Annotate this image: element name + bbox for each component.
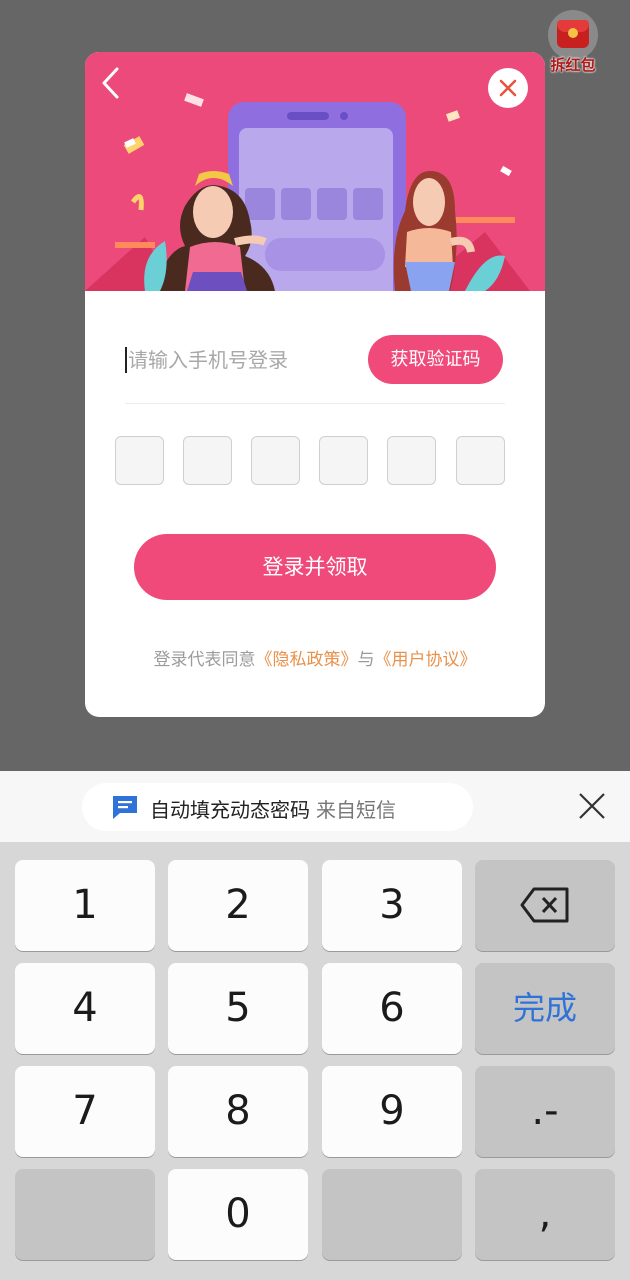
key-5[interactable]: 5 xyxy=(168,963,308,1054)
key-0[interactable]: 0 xyxy=(168,1169,308,1260)
key-1[interactable]: 1 xyxy=(15,860,155,951)
agreement-joiner: 与 xyxy=(357,650,375,670)
blank-key-left xyxy=(15,1169,155,1260)
privacy-policy-link[interactable]: 《隐私政策》 xyxy=(256,650,358,670)
user-agreement-link[interactable]: 《用户协议》 xyxy=(375,650,477,670)
key-9[interactable]: 9 xyxy=(322,1066,462,1157)
autofill-otp-chip[interactable]: 自动填充动态密码 来自短信 xyxy=(82,783,473,831)
chevron-left-icon xyxy=(102,67,119,99)
key-8[interactable]: 8 xyxy=(168,1066,308,1157)
code-box-2[interactable] xyxy=(183,436,232,485)
red-envelope-badge[interactable]: 拆红包 xyxy=(545,8,601,78)
key-6[interactable]: 6 xyxy=(322,963,462,1054)
login-and-claim-button[interactable]: 登录并领取 xyxy=(134,534,496,600)
done-key[interactable]: 完成 xyxy=(475,963,615,1054)
verification-code-boxes xyxy=(115,436,505,486)
key-3[interactable]: 3 xyxy=(322,860,462,951)
blank-key-right xyxy=(322,1169,462,1260)
login-modal: 获取验证码 登录并领取 登录代表同意《隐私政策》与《用户协议》 xyxy=(85,52,545,717)
key-4[interactable]: 4 xyxy=(15,963,155,1054)
agreement-prefix: 登录代表同意 xyxy=(153,650,256,670)
backspace-icon xyxy=(520,887,569,923)
modal-close-button[interactable] xyxy=(488,68,528,108)
get-code-button[interactable]: 获取验证码 xyxy=(368,335,503,384)
key-7[interactable]: 7 xyxy=(15,1066,155,1157)
keyboard-suggestion-bar: 自动填充动态密码 来自短信 xyxy=(0,771,630,842)
keyboard-close-button[interactable] xyxy=(575,789,609,823)
back-button[interactable] xyxy=(97,66,127,100)
code-box-5[interactable] xyxy=(387,436,436,485)
agreement-text: 登录代表同意《隐私政策》与《用户协议》 xyxy=(85,645,545,670)
text-caret xyxy=(125,347,127,373)
dot-minus-key[interactable]: .- xyxy=(475,1066,615,1157)
key-2[interactable]: 2 xyxy=(168,860,308,951)
comma-key[interactable]: , xyxy=(475,1169,615,1260)
message-icon xyxy=(113,796,137,819)
code-box-1[interactable] xyxy=(115,436,164,485)
autofill-source: 来自短信 xyxy=(316,798,396,822)
badge-label: 拆红包 xyxy=(550,56,596,74)
banner-illustration xyxy=(85,93,530,291)
autofill-label: 自动填充动态密码 来自短信 xyxy=(150,794,396,823)
code-box-3[interactable] xyxy=(251,436,300,485)
phone-input[interactable] xyxy=(128,342,358,378)
code-box-6[interactable] xyxy=(456,436,505,485)
close-icon xyxy=(499,79,517,97)
phone-input-row: 获取验证码 xyxy=(125,334,505,404)
close-icon xyxy=(579,793,605,819)
promo-banner xyxy=(85,52,545,291)
backspace-key[interactable] xyxy=(475,860,615,951)
red-envelope-icon xyxy=(557,20,589,48)
numeric-keyboard: 1 2 3 4 5 6 完成 7 8 9 .- 0 , xyxy=(0,842,630,1280)
autofill-text: 自动填充动态密码 xyxy=(150,798,310,822)
code-box-4[interactable] xyxy=(319,436,368,485)
